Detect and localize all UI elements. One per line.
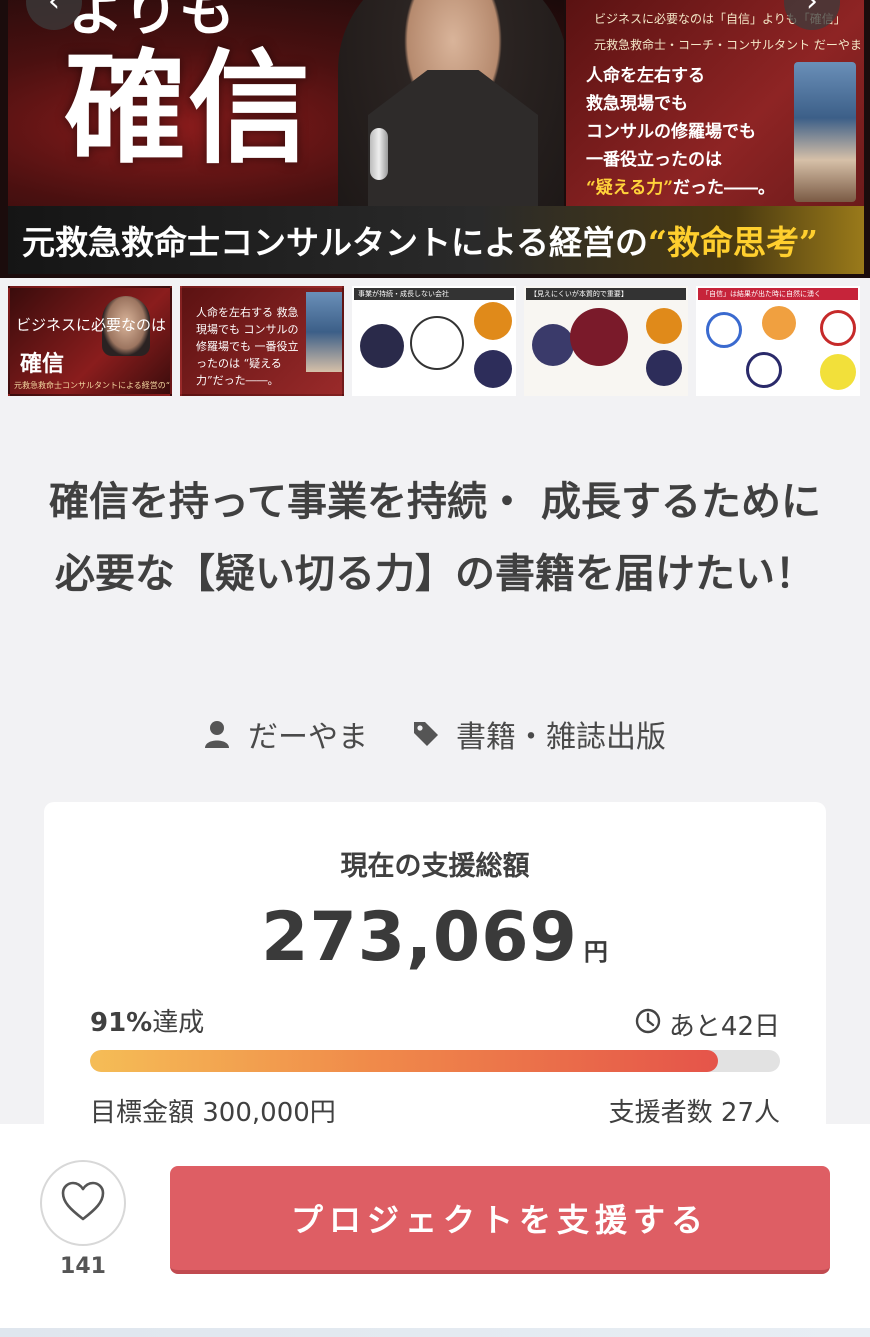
thumbnail-2-photo (306, 292, 342, 372)
diagram-node (474, 302, 512, 340)
achievement-percent: 91% (90, 1008, 153, 1038)
hero-banner-text: 元救急救命士コンサルタントによる経営の“救命思考” (22, 216, 818, 264)
diagram-node (820, 354, 856, 390)
funding-card: 現在の支援総額 273,069 円 91%達成 あと42日 目標金額 300,00… (44, 802, 826, 1142)
hero-side-body-line: “疑える力”だった――。 (586, 174, 786, 202)
like-button[interactable] (40, 1160, 126, 1246)
thumbnail-1[interactable]: ビジネスに必要なのは 確信 元救急救命士コンサルタントによる経営の“救命思考” (8, 286, 172, 396)
hero-banner-main: 元救急救命士コンサルタントによる経営の (22, 223, 649, 262)
project-meta: だーやま 書籍・雑誌出版 (0, 712, 870, 756)
hero-side-body-line: 一番役立ったのは (586, 150, 722, 170)
diagram-node (474, 350, 512, 388)
thumbnail-strip: ビジネスに必要なのは 確信 元救急救命士コンサルタントによる経営の“救命思考” … (0, 286, 870, 398)
hero-main-panel: よりも 確信 (8, 0, 564, 212)
bottom-action-bar: 141 プロジェクトを支援する (0, 1124, 870, 1337)
project-owner-name: だーやま (248, 720, 368, 755)
diagram-node (410, 316, 464, 370)
hero-side-body-line: 救急現場でも (586, 94, 688, 114)
clock-icon (635, 1008, 661, 1041)
thumbnail-4-header: 【見えにくいが本質的で重要】 (526, 288, 686, 300)
hero-side-panel: ビジネスに必要なのは「自信」よりも「確信」 元救急救命士・コーチ・コンサルタント… (566, 0, 864, 212)
support-project-button[interactable]: プロジェクトを支援する (170, 1166, 830, 1274)
thumbnail-5-header: 「自信」は結果が出た時に自然に湧く (698, 288, 858, 300)
project-category-name: 書籍・雑誌出版 (456, 720, 666, 755)
project-category[interactable]: 書籍・雑誌出版 (412, 712, 666, 756)
thumbnail-2-text: 人命を左右する 救急現場でも コンサルの修羅場でも 一番役立ったのは “疑える力… (196, 306, 299, 387)
hero-side-photo (794, 62, 856, 202)
funding-amount: 273,069 円 (44, 898, 826, 977)
thumbnail-3[interactable]: 事業が持続・成長しない会社 (352, 286, 516, 396)
thumbnail-2[interactable]: 人命を左右する 救急現場でも コンサルの修羅場でも 一番役立ったのは “疑える力… (180, 286, 344, 396)
like-count: 141 (60, 1254, 106, 1279)
project-owner[interactable]: だーやま (204, 712, 368, 756)
tag-icon (412, 720, 438, 748)
remaining-days: あと42日 (635, 1006, 780, 1043)
diagram-node (820, 310, 856, 346)
remaining-days-text: あと42日 (668, 1012, 780, 1042)
hero-side-highlight: “疑える力” (586, 178, 674, 198)
funding-label: 現在の支援総額 (340, 851, 530, 882)
thumbnail-5[interactable]: 「自信」は結果が出た時に自然に湧く (696, 286, 860, 396)
diagram-node (646, 308, 682, 344)
hero-side-line2: 元救急救命士・コーチ・コンサルタント だーやま (594, 38, 862, 52)
project-title: 確信を持って事業を持続・ 成長するために必要な【疑い切る力】の書籍を届けたい！ (49, 479, 821, 597)
funding-currency: 円 (583, 938, 609, 966)
funding-progress-bar (90, 1050, 780, 1072)
diagram-node (570, 308, 628, 366)
diagram-node (706, 312, 742, 348)
diagram-node (360, 324, 404, 368)
thumbnail-4[interactable]: 【見えにくいが本質的で重要】 (524, 286, 688, 396)
diagram-node (532, 324, 574, 366)
achievement-rate: 91%達成 (90, 1002, 204, 1039)
thumbnail-1-headline: 確信 (20, 351, 65, 377)
hero-banner-highlight: “救命思考” (648, 223, 818, 262)
diagram-node (762, 306, 796, 340)
thumbnail-3-header: 事業が持続・成長しない会社 (354, 288, 514, 300)
thumbnail-1-caption: 元救急救命士コンサルタントによる経営の“救命思考” (14, 381, 170, 390)
diagram-node (646, 350, 682, 386)
diagram-node (746, 352, 782, 388)
bottom-edge (0, 1328, 870, 1337)
hero-image[interactable]: よりも 確信 ビジネスに必要なのは「自信」よりも「確信」 元救急救命士・コーチ・… (0, 0, 870, 278)
user-icon (204, 720, 230, 748)
hero-banner: 元救急救命士コンサルタントによる経営の“救命思考” (8, 206, 864, 274)
achievement-suffix: 達成 (152, 1008, 205, 1038)
hero-side-body: 人命を左右する 救急現場でも コンサルの修羅場でも 一番役立ったのは “疑える力… (586, 62, 786, 202)
thumbnail-1-text: ビジネスに必要なのは (16, 316, 167, 334)
heart-icon (60, 1180, 106, 1226)
hero-side-body-line: 人命を左右する (586, 66, 705, 86)
funding-amount-value: 273,069 (261, 898, 578, 977)
funding-progress-fill (90, 1050, 718, 1072)
hero-side-body-line: コンサルの修羅場でも (586, 122, 756, 142)
hero-headline: 確信 (64, 36, 312, 180)
hero-side-body-rest: だった――。 (673, 178, 776, 198)
hero-pendant (370, 128, 388, 180)
